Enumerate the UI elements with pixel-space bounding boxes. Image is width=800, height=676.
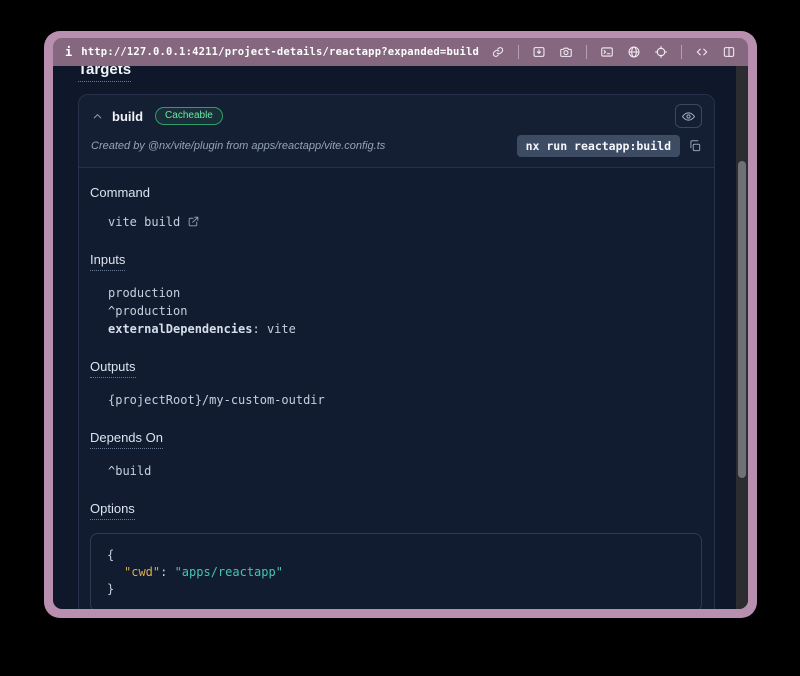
command-section: Command vite build — [90, 185, 702, 231]
target-card-build: build Cacheable Created by @nx/vite/plug… — [78, 94, 715, 609]
copy-icon — [688, 139, 702, 153]
outputs-heading: Outputs — [90, 359, 702, 378]
options-json-block: { "cwd": "apps/reactapp" } — [90, 533, 702, 609]
project-details-content: Targets build Cacheable Created by @nx/v… — [53, 66, 736, 609]
link-icon[interactable] — [491, 45, 505, 59]
depends-on-heading: Depends On — [90, 430, 702, 449]
inputs-heading: Inputs — [90, 252, 702, 271]
globe-icon[interactable] — [627, 45, 641, 59]
options-section: Options { "cwd": "apps/reactapp" } — [90, 501, 702, 609]
camera-icon[interactable] — [559, 45, 573, 59]
input-item: externalDependencies: vite — [108, 320, 702, 338]
build-card-header[interactable]: build Cacheable — [79, 95, 714, 131]
outputs-section: Outputs {projectRoot}/my-custom-outdir — [90, 359, 702, 409]
panel-icon[interactable] — [722, 45, 736, 59]
run-command-chip: nx run reactapp:build — [517, 135, 680, 157]
info-icon: i — [65, 45, 72, 59]
target-name-build: build — [112, 109, 143, 124]
input-item: production — [108, 284, 702, 302]
toolbar-divider — [518, 45, 519, 59]
open-command-link[interactable] — [187, 215, 200, 228]
json-line: "cwd": "apps/reactapp" — [107, 564, 685, 581]
build-card-body: Command vite build Inputs production ^pr… — [79, 168, 714, 609]
crosshair-icon[interactable] — [654, 45, 668, 59]
chevron-up-icon[interactable] — [91, 110, 104, 123]
build-card-header-block: build Cacheable Created by @nx/vite/plug… — [79, 95, 714, 168]
url-bar[interactable]: http://127.0.0.1:4211/project-details/re… — [81, 46, 479, 58]
browser-toolbar: i http://127.0.0.1:4211/project-details/… — [53, 38, 748, 66]
scrollbar-thumb[interactable] — [738, 161, 746, 478]
browser-window: i http://127.0.0.1:4211/project-details/… — [44, 31, 757, 618]
depends-on-item: ^build — [108, 462, 702, 480]
options-heading: Options — [90, 501, 702, 520]
eye-icon — [681, 109, 696, 124]
page-viewport: Targets build Cacheable Created by @nx/v… — [53, 66, 748, 609]
input-item: ^production — [108, 302, 702, 320]
toolbar-divider — [586, 45, 587, 59]
depends-on-section: Depends On ^build — [90, 430, 702, 480]
cacheable-badge: Cacheable — [155, 107, 223, 125]
external-link-icon — [187, 215, 200, 228]
toolbar-divider — [681, 45, 682, 59]
code-icon[interactable] — [695, 45, 709, 59]
command-value: vite build — [108, 213, 702, 231]
vertical-scrollbar[interactable] — [736, 66, 748, 609]
created-by-text: Created by @nx/vite/plugin from apps/rea… — [91, 140, 385, 152]
terminal-icon[interactable] — [600, 45, 614, 59]
build-card-subheader: Created by @nx/vite/plugin from apps/rea… — [79, 131, 714, 167]
command-heading: Command — [90, 185, 702, 200]
json-line: } — [107, 581, 685, 598]
inputs-section: Inputs production ^production externalDe… — [90, 252, 702, 338]
json-line: { — [107, 547, 685, 564]
output-item: {projectRoot}/my-custom-outdir — [108, 391, 702, 409]
view-target-graph-button[interactable] — [675, 104, 702, 128]
page-title: Targets — [78, 66, 715, 82]
download-icon[interactable] — [532, 45, 546, 59]
copy-command-button[interactable] — [688, 139, 702, 153]
